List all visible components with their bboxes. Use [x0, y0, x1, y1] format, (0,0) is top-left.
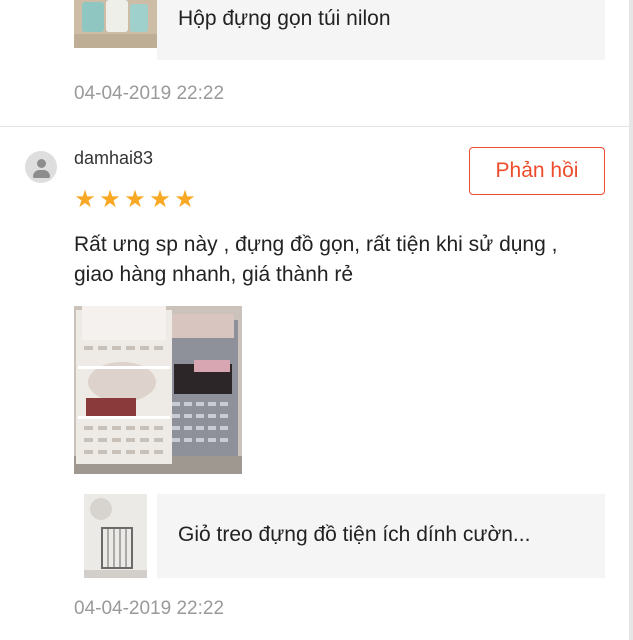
product-thumbnail[interactable] [84, 494, 147, 578]
reply-button[interactable]: Phản hồi [469, 147, 605, 195]
user-placeholder-icon [37, 159, 46, 168]
scroll-edge [629, 0, 633, 640]
divider [0, 126, 633, 127]
previous-product-name: Hộp đựng gọn túi nilon [178, 7, 391, 30]
star-icon: ★ [124, 186, 146, 213]
star-icon: ★ [74, 186, 96, 213]
review-date: 04-04-2019 22:22 [74, 598, 225, 619]
review-text: Rất ưng sp này , đựng đồ gọn, rất tiện k… [74, 233, 558, 286]
rating-stars: ★ ★ ★ ★ ★ [74, 186, 196, 213]
avatar[interactable] [25, 151, 57, 183]
reviewer-username[interactable]: damhai83 [74, 148, 153, 169]
star-icon: ★ [149, 186, 171, 213]
product-name: Giỏ treo đựng đồ tiện ích dính cườn... [178, 523, 531, 546]
review-photo[interactable] [74, 306, 242, 474]
star-icon: ★ [174, 186, 196, 213]
previous-review-date: 04-04-2019 22:22 [74, 83, 225, 104]
star-icon: ★ [99, 186, 121, 213]
previous-product-thumbnail[interactable] [74, 0, 157, 48]
